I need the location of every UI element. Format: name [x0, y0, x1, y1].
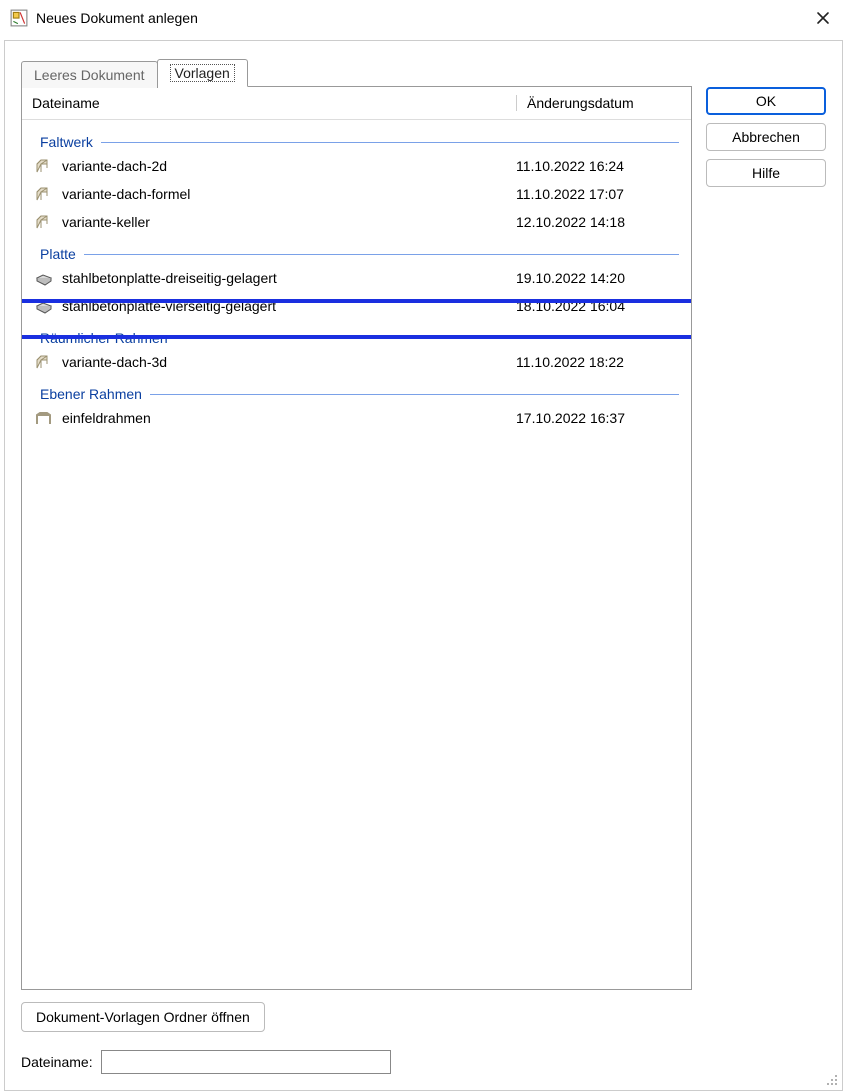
item-name: variante-dach-formel	[62, 183, 510, 205]
cancel-button[interactable]: Abbrechen	[706, 123, 826, 151]
faltwerk-icon	[34, 185, 54, 203]
rahmen-icon	[34, 409, 54, 427]
resize-grip[interactable]	[824, 1072, 840, 1088]
group-line	[150, 394, 679, 395]
window-title: Neues Dokument anlegen	[36, 10, 801, 26]
item-date: 11.10.2022 16:24	[516, 155, 671, 177]
tab-label: Leeres Dokument	[34, 67, 145, 83]
item-date: 12.10.2022 14:18	[516, 211, 671, 233]
button-label: OK	[756, 93, 776, 109]
item-name: einfeldrahmen	[62, 407, 510, 429]
group-header: Ebener Rahmen	[22, 382, 691, 404]
item-date: 18.10.2022 16:04	[516, 295, 671, 317]
group-title: Ebener Rahmen	[40, 386, 142, 402]
close-button[interactable]	[809, 6, 837, 30]
faltwerk-icon	[34, 213, 54, 231]
item-name: stahlbetonplatte-dreiseitig-gelagert	[62, 267, 510, 289]
tab-vorlagen[interactable]: Vorlagen	[157, 59, 248, 87]
app-icon	[10, 9, 28, 27]
item-name: variante-keller	[62, 211, 510, 233]
group-title: Platte	[40, 246, 76, 262]
item-date: 11.10.2022 17:07	[516, 183, 671, 205]
group-line	[101, 142, 679, 143]
button-label: Dokument-Vorlagen Ordner öffnen	[36, 1009, 250, 1025]
list-item[interactable]: stahlbetonplatte-vierseitig-gelagert 18.…	[22, 292, 691, 320]
list-item[interactable]: stahlbetonplatte-dreiseitig-gelagert 19.…	[22, 264, 691, 292]
faltwerk-icon	[34, 157, 54, 175]
dateiname-label: Dateiname:	[21, 1054, 93, 1070]
list-item[interactable]: variante-dach-2d 11.10.2022 16:24	[22, 152, 691, 180]
button-label: Abbrechen	[732, 129, 800, 145]
button-label: Hilfe	[752, 165, 780, 181]
help-button[interactable]: Hilfe	[706, 159, 826, 187]
faltwerk-icon	[34, 353, 54, 371]
list-item[interactable]: einfeldrahmen 17.10.2022 16:37	[22, 404, 691, 432]
item-name: variante-dach-2d	[62, 155, 510, 177]
open-templates-folder-button[interactable]: Dokument-Vorlagen Ordner öffnen	[21, 1002, 265, 1032]
group-header: Faltwerk	[22, 130, 691, 152]
group-header: Räumlicher Rahmen	[22, 326, 691, 348]
dialog-frame: Leeres Dokument Vorlagen Dateiname Änder…	[4, 40, 843, 1091]
column-header-name[interactable]: Dateiname	[32, 95, 510, 111]
column-header-date[interactable]: Änderungsdatum	[516, 95, 681, 111]
resize-grip-icon	[824, 1072, 840, 1088]
list-body: Faltwerk variante-dach-2d 11.10.2022 16:…	[22, 120, 691, 989]
ok-button[interactable]: OK	[706, 87, 826, 115]
platte-icon	[34, 297, 54, 315]
list-header: Dateiname Änderungsdatum	[22, 87, 691, 120]
group-line	[176, 338, 679, 339]
list-item[interactable]: variante-dach-3d 11.10.2022 18:22	[22, 348, 691, 376]
group-title: Räumlicher Rahmen	[40, 330, 168, 346]
item-date: 17.10.2022 16:37	[516, 407, 671, 429]
group-line	[84, 254, 679, 255]
item-date: 19.10.2022 14:20	[516, 267, 671, 289]
list-item[interactable]: variante-dach-formel 11.10.2022 17:07	[22, 180, 691, 208]
item-date: 11.10.2022 18:22	[516, 351, 671, 373]
close-icon	[815, 10, 831, 26]
platte-icon	[34, 269, 54, 287]
tab-strip: Leeres Dokument Vorlagen	[21, 57, 692, 87]
tab-label: Vorlagen	[170, 64, 235, 82]
template-list-frame: Dateiname Änderungsdatum Faltwerk varian…	[21, 86, 692, 990]
tab-leeres-dokument[interactable]: Leeres Dokument	[21, 61, 158, 88]
group-title: Faltwerk	[40, 134, 93, 150]
item-name: stahlbetonplatte-vierseitig-gelagert	[62, 295, 510, 317]
dateiname-input[interactable]	[101, 1050, 391, 1074]
list-item[interactable]: variante-keller 12.10.2022 14:18	[22, 208, 691, 236]
item-name: variante-dach-3d	[62, 351, 510, 373]
titlebar: Neues Dokument anlegen	[0, 0, 847, 36]
group-header: Platte	[22, 242, 691, 264]
